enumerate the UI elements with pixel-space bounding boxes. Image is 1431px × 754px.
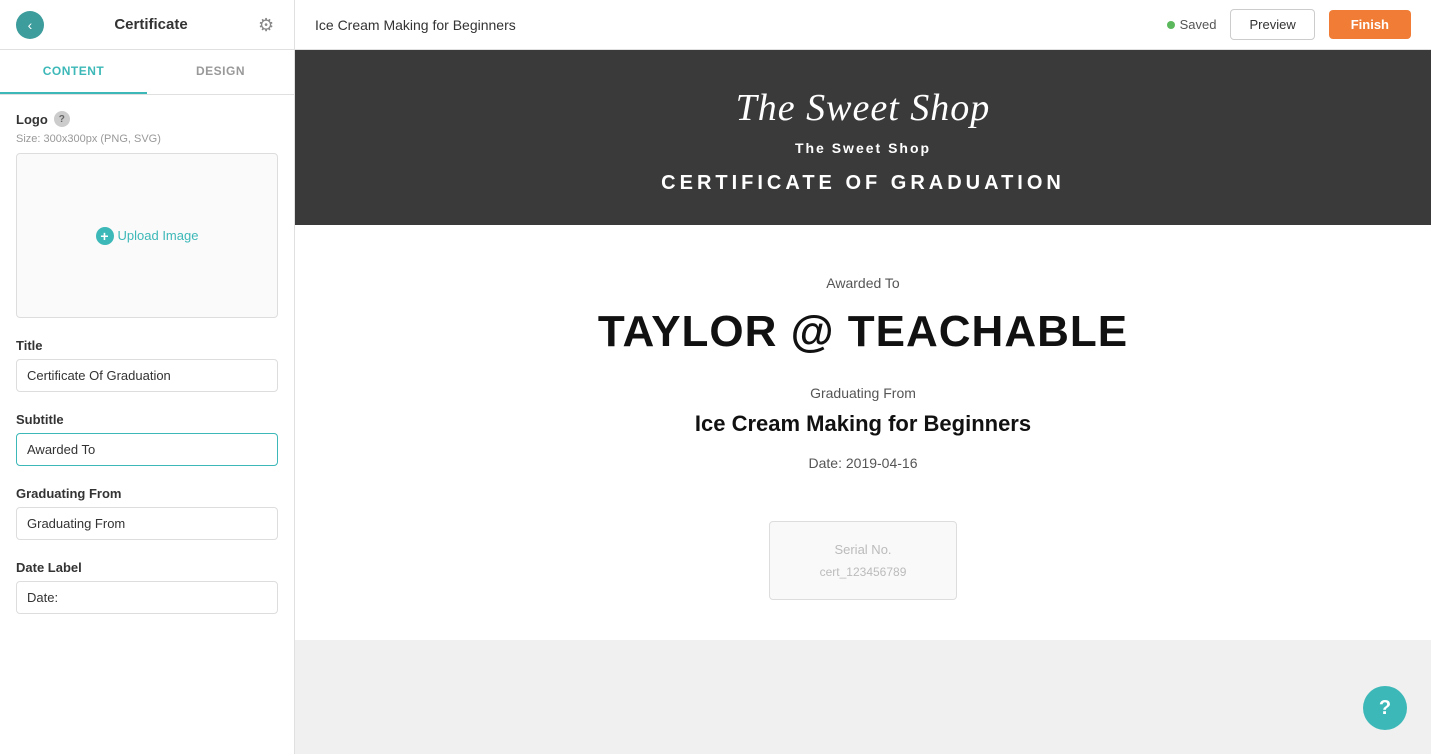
date-label-input[interactable]: [16, 581, 278, 614]
panel-title: Certificate: [114, 16, 187, 33]
left-panel: ‹ Certificate ⚙ CONTENT DESIGN Logo ? Si…: [0, 0, 295, 754]
tab-content[interactable]: CONTENT: [0, 50, 147, 94]
cert-student-name: TAYLOR @ TEACHABLE: [295, 307, 1431, 357]
back-button[interactable]: ‹: [16, 11, 44, 39]
help-button[interactable]: ?: [1363, 686, 1407, 730]
cert-header: The Sweet Shop The Sweet Shop CERTIFICAT…: [295, 50, 1431, 225]
preview-button[interactable]: Preview: [1230, 9, 1314, 40]
date-label-field-group: Date Label: [16, 560, 278, 614]
cert-body: Awarded To TAYLOR @ TEACHABLE Graduating…: [295, 225, 1431, 640]
cert-serial-box: Serial No. cert_123456789: [769, 521, 958, 600]
gear-icon[interactable]: ⚙: [258, 15, 278, 35]
graduating-from-input[interactable]: [16, 507, 278, 540]
upload-label: + Upload Image: [96, 227, 199, 245]
cert-school-name: The Sweet Shop: [295, 140, 1431, 156]
graduating-from-field-group: Graduating From: [16, 486, 278, 540]
top-bar-right: Saved Preview Finish: [1167, 9, 1411, 40]
logo-field-group: Logo ? Size: 300x300px (PNG, SVG) + Uplo…: [16, 111, 278, 318]
date-label-label: Date Label: [16, 560, 278, 575]
cert-course-name: Ice Cream Making for Beginners: [295, 411, 1431, 437]
cert-serial-value: cert_123456789: [820, 565, 907, 579]
course-title: Ice Cream Making for Beginners: [315, 17, 516, 33]
top-bar: Ice Cream Making for Beginners Saved Pre…: [295, 0, 1431, 50]
subtitle-input[interactable]: [16, 433, 278, 466]
finish-button[interactable]: Finish: [1329, 10, 1411, 39]
preview-area: The Sweet Shop The Sweet Shop CERTIFICAT…: [295, 50, 1431, 754]
logo-label: Logo ?: [16, 111, 278, 127]
certificate-wrapper: The Sweet Shop The Sweet Shop CERTIFICAT…: [295, 50, 1431, 754]
cert-serial-label: Serial No.: [820, 542, 907, 557]
plus-circle-icon: +: [96, 227, 114, 245]
subtitle-label: Subtitle: [16, 412, 278, 427]
logo-size-hint: Size: 300x300px (PNG, SVG): [16, 133, 278, 145]
saved-badge: Saved: [1167, 17, 1217, 32]
title-input[interactable]: [16, 359, 278, 392]
panel-header: ‹ Certificate ⚙: [0, 0, 294, 50]
panel-body: Logo ? Size: 300x300px (PNG, SVG) + Uplo…: [0, 95, 294, 754]
graduating-from-label: Graduating From: [16, 486, 278, 501]
cert-logo-script: The Sweet Shop: [295, 86, 1431, 130]
subtitle-field-group: Subtitle: [16, 412, 278, 466]
tab-design[interactable]: DESIGN: [147, 50, 294, 94]
title-field-group: Title: [16, 338, 278, 392]
logo-help-icon[interactable]: ?: [54, 111, 70, 127]
cert-graduating-from-label: Graduating From: [295, 385, 1431, 401]
tabs-row: CONTENT DESIGN: [0, 50, 294, 95]
cert-date: Date: 2019-04-16: [295, 455, 1431, 471]
saved-dot: [1167, 21, 1175, 29]
cert-awarded-to-label: Awarded To: [295, 275, 1431, 291]
title-label: Title: [16, 338, 278, 353]
logo-upload-box[interactable]: + Upload Image: [16, 153, 278, 318]
cert-title-text: CERTIFICATE OF GRADUATION: [295, 172, 1431, 195]
